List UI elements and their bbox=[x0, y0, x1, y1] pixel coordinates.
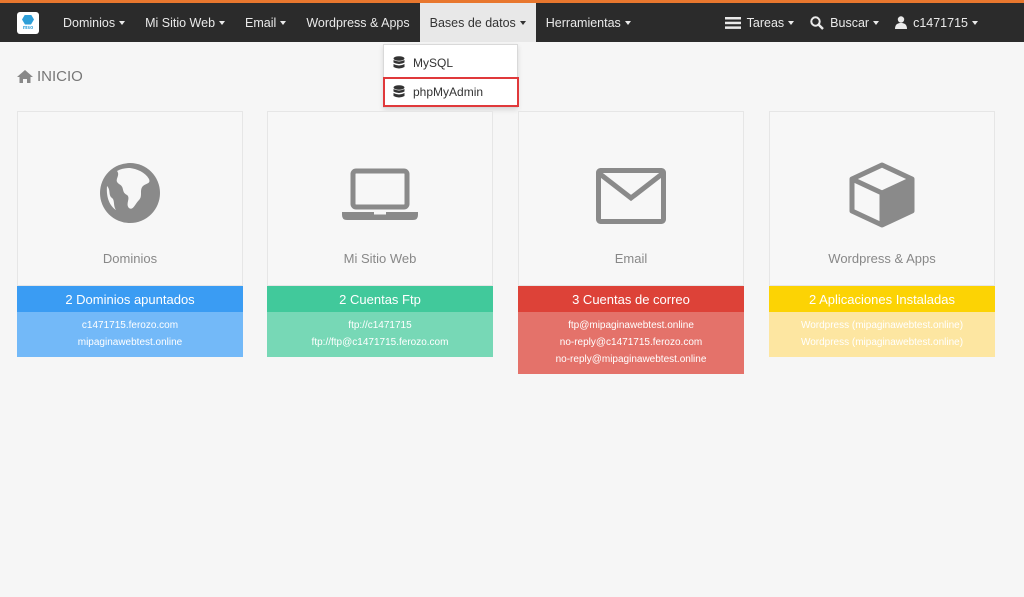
nav-item-email[interactable]: Email bbox=[235, 3, 296, 42]
card-top: Email bbox=[518, 111, 744, 286]
card-line: no-reply@c1471715.ferozo.com bbox=[559, 337, 703, 348]
nav-label: Herramientas bbox=[545, 15, 621, 30]
card-top: Mi Sitio Web bbox=[267, 111, 493, 286]
card-top: Wordpress & Apps bbox=[769, 111, 995, 286]
nav-item-buscar[interactable]: Buscar bbox=[802, 3, 887, 42]
menu-item-phpmyadmin[interactable]: phpMyAdmin bbox=[383, 77, 519, 107]
card-body: c1471715.ferozo.com mipaginawebtest.onli… bbox=[17, 312, 243, 357]
card-header: 2 Aplicaciones Instaladas bbox=[769, 286, 995, 312]
card-mi-sitio-web[interactable]: Mi Sitio Web 2 Cuentas Ftp ftp://c147171… bbox=[267, 111, 493, 357]
nav-label: Mi Sitio Web bbox=[145, 15, 216, 30]
logo-hex-icon bbox=[22, 14, 34, 25]
caret-down-icon bbox=[788, 20, 795, 25]
caret-down-icon bbox=[624, 20, 631, 25]
card-header: 2 Dominios apuntados bbox=[17, 286, 243, 312]
nav-label: Email bbox=[245, 15, 277, 30]
nav-label: c1471715 bbox=[913, 15, 968, 30]
nav-label: Dominios bbox=[63, 15, 116, 30]
card-line: Wordpress (mipaginawebtest.online) bbox=[800, 320, 964, 331]
card-header: 3 Cuentas de correo bbox=[518, 286, 744, 312]
nav-item-tareas[interactable]: Tareas bbox=[717, 3, 803, 42]
menu-item-label: phpMyAdmin bbox=[413, 85, 484, 99]
caret-down-icon bbox=[972, 20, 978, 25]
database-icon bbox=[393, 85, 405, 98]
globe-icon bbox=[100, 163, 160, 223]
envelope-icon bbox=[596, 168, 666, 224]
caret-down-icon bbox=[519, 20, 526, 25]
card-line: ftp://ftp@c1471715.ferozo.com bbox=[311, 337, 449, 348]
card-wordpress-apps[interactable]: Wordpress & Apps 2 Aplicaciones Instalad… bbox=[769, 111, 995, 357]
card-dominios[interactable]: Dominios 2 Dominios apuntados c1471715.f… bbox=[17, 111, 243, 357]
nav-label: Buscar bbox=[830, 15, 870, 30]
caret-down-icon bbox=[219, 20, 226, 25]
home-icon bbox=[17, 70, 33, 83]
tasks-icon bbox=[724, 16, 741, 29]
menu-item-label: MySQL bbox=[413, 56, 454, 70]
laptop-icon bbox=[342, 168, 418, 220]
card-top: Dominios bbox=[17, 111, 243, 286]
nav-item-mi-sitio-web[interactable]: Mi Sitio Web bbox=[135, 3, 235, 42]
logo-text: mso bbox=[22, 24, 34, 31]
card-body: Wordpress (mipaginawebtest.online) Wordp… bbox=[769, 312, 995, 357]
nav-item-bases-de-datos[interactable]: Bases de datos bbox=[419, 3, 536, 42]
caret-down-icon bbox=[873, 20, 880, 25]
databases-dropdown-menu: MySQL phpMyAdmin bbox=[383, 44, 519, 108]
card-body: ftp://c1471715 ftp://ftp@c1471715.ferozo… bbox=[267, 312, 493, 357]
nav-item-wordpress-apps[interactable]: Wordpress & Apps bbox=[296, 3, 419, 42]
card-line: ftp://c1471715 bbox=[348, 320, 412, 331]
card-line: mipaginawebtest.online bbox=[77, 337, 183, 348]
nav-item-user[interactable]: c1471715 bbox=[887, 3, 986, 42]
nav-item-dominios[interactable]: Dominios bbox=[53, 3, 135, 42]
card-line: ftp@mipaginawebtest.online bbox=[568, 320, 694, 331]
cube-icon bbox=[849, 162, 915, 228]
breadcrumb: INICIO bbox=[17, 68, 83, 85]
top-navbar: mso Dominios Mi Sitio Web Email Wordpres… bbox=[0, 3, 1024, 42]
nav-label: Bases de datos bbox=[429, 15, 516, 30]
card-line: no-reply@mipaginawebtest.online bbox=[555, 354, 707, 365]
card-body: ftp@mipaginawebtest.online no-reply@c147… bbox=[518, 312, 744, 374]
caret-down-icon bbox=[119, 20, 126, 25]
card-email[interactable]: Email 3 Cuentas de correo ftp@mipaginawe… bbox=[518, 111, 744, 374]
user-icon bbox=[895, 16, 908, 29]
database-icon bbox=[393, 56, 405, 69]
logo[interactable]: mso bbox=[17, 11, 39, 34]
nav-label: Tareas bbox=[746, 15, 785, 30]
card-label: Mi Sitio Web bbox=[343, 251, 417, 266]
nav-label: Wordpress & Apps bbox=[306, 15, 410, 30]
card-label: Email bbox=[614, 251, 648, 266]
nav-right-group: Tareas Buscar c1471715 bbox=[717, 3, 986, 42]
nav-item-herramientas[interactable]: Herramientas bbox=[536, 3, 641, 42]
search-icon bbox=[810, 15, 825, 30]
card-line: c1471715.ferozo.com bbox=[81, 320, 179, 331]
card-label: Dominios bbox=[102, 251, 158, 266]
card-header: 2 Cuentas Ftp bbox=[267, 286, 493, 312]
card-label: Wordpress & Apps bbox=[828, 251, 936, 266]
caret-down-icon bbox=[280, 20, 287, 25]
menu-item-mysql[interactable]: MySQL bbox=[384, 49, 518, 77]
card-line: Wordpress (mipaginawebtest.online) bbox=[800, 337, 964, 348]
page-title: INICIO bbox=[37, 68, 83, 85]
